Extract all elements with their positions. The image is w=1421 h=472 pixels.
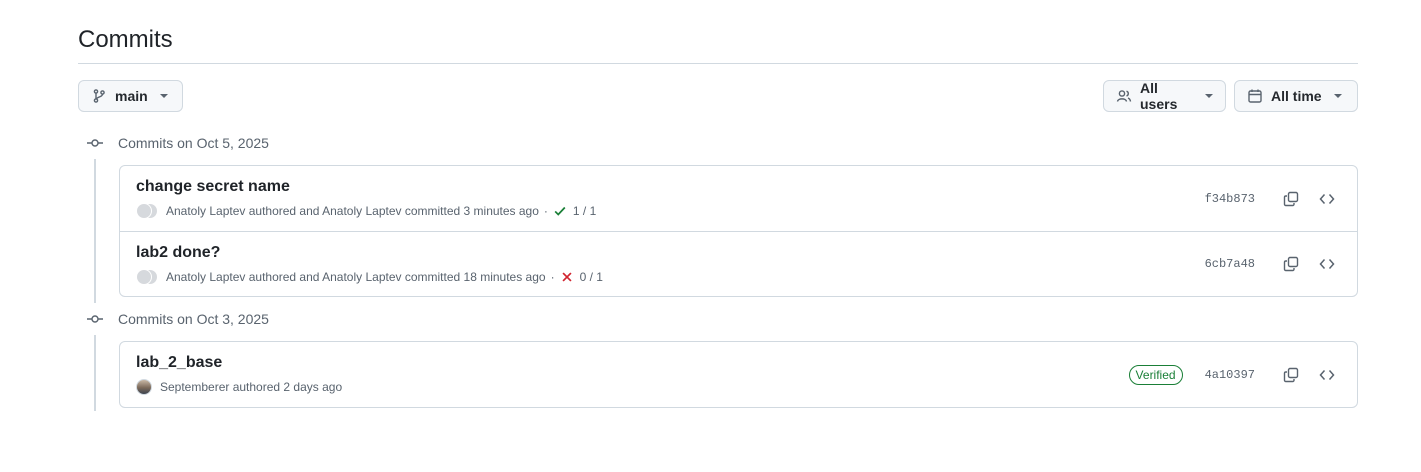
browse-code-button[interactable] — [1313, 185, 1341, 213]
check-icon — [554, 206, 566, 216]
commit-meta: Anatoly Laptev authored and Anatoly Lapt… — [136, 269, 603, 285]
checks-count: 1 / 1 — [572, 204, 597, 218]
commit-meta-text: Anatoly Laptev authored and Anatoly Lapt… — [166, 204, 539, 218]
timeline-line — [94, 335, 96, 411]
title-row: Commits — [78, 24, 1358, 64]
commit-row: change secret name Anatoly Laptev author… — [120, 166, 1357, 231]
users-filter-label: All users — [1140, 80, 1178, 112]
commit-list: change secret name Anatoly Laptev author… — [119, 165, 1358, 297]
commit-row: lab2 done? Anatoly Laptev authored and A… — [120, 231, 1357, 296]
commit-meta-text: Septemberer authored 2 days ago — [160, 380, 343, 394]
avatar[interactable] — [136, 379, 152, 395]
copy-icon — [1283, 191, 1299, 206]
commit-group: Commits on Oct 3, 2025 lab_2_base Septem… — [78, 309, 1358, 415]
commit-row: lab_2_base Septemberer authored 2 days a… — [120, 342, 1357, 407]
avatar[interactable] — [136, 203, 152, 219]
separator-dot: · — [550, 270, 555, 284]
code-icon — [1319, 259, 1335, 269]
calendar-icon — [1248, 89, 1262, 103]
commit-meta-text: Anatoly Laptev authored and Anatoly Lapt… — [166, 270, 546, 284]
avatar[interactable] — [136, 269, 152, 285]
verified-badge[interactable]: Verified — [1128, 364, 1183, 385]
page-title: Commits — [78, 26, 173, 53]
commit-group: Commits on Oct 5, 2025 change secret nam… — [78, 133, 1358, 305]
commit-sha-link[interactable]: f34b873 — [1205, 192, 1255, 206]
git-commit-icon — [86, 137, 104, 149]
time-filter-button[interactable]: All time — [1234, 80, 1358, 112]
copy-sha-button[interactable] — [1277, 185, 1305, 213]
checks-count: 0 / 1 — [579, 270, 603, 284]
commit-actions: f34b873 — [1205, 166, 1341, 231]
branch-selector-button[interactable]: main — [78, 80, 183, 112]
commit-meta: Septemberer authored 2 days ago — [136, 379, 342, 395]
users-filter-button[interactable]: All users — [1103, 80, 1226, 112]
checks-status[interactable]: 0 / 1 — [560, 270, 603, 284]
commit-sha-link[interactable]: 4a10397 — [1205, 368, 1255, 382]
group-heading: Commits on Oct 5, 2025 — [86, 133, 269, 153]
commit-message-link[interactable]: lab2 done? — [136, 244, 220, 262]
people-icon — [1116, 90, 1132, 102]
branch-label: main — [115, 88, 148, 104]
chevron-down-icon — [159, 94, 168, 98]
commit-sha-link[interactable]: 6cb7a48 — [1205, 257, 1255, 271]
commit-message-link[interactable]: lab_2_base — [136, 354, 222, 372]
code-icon — [1319, 369, 1335, 380]
checks-status[interactable]: 1 / 1 — [553, 204, 596, 218]
copy-sha-button[interactable] — [1277, 250, 1305, 278]
copy-icon — [1283, 367, 1299, 382]
git-commit-icon — [86, 313, 104, 325]
avatar-stack — [136, 203, 160, 219]
browse-code-button[interactable] — [1313, 250, 1341, 278]
browse-code-button[interactable] — [1313, 361, 1341, 389]
group-heading-text: Commits on Oct 3, 2025 — [118, 311, 269, 327]
avatar-stack — [136, 269, 160, 285]
separator-dot: · — [543, 204, 548, 218]
commit-actions: Verified 4a10397 — [1128, 342, 1341, 407]
chevron-down-icon — [1205, 94, 1213, 98]
time-filter-label: All time — [1271, 88, 1322, 104]
group-heading: Commits on Oct 3, 2025 — [86, 309, 269, 329]
code-icon — [1319, 193, 1335, 204]
x-icon — [562, 272, 572, 282]
copy-sha-button[interactable] — [1277, 361, 1305, 389]
commit-actions: 6cb7a48 — [1205, 232, 1341, 296]
chevron-down-icon — [1333, 94, 1342, 98]
timeline-line — [94, 159, 96, 303]
copy-icon — [1283, 256, 1299, 272]
commit-message-link[interactable]: change secret name — [136, 178, 290, 196]
commit-meta: Anatoly Laptev authored and Anatoly Lapt… — [136, 203, 596, 219]
group-heading-text: Commits on Oct 5, 2025 — [118, 135, 269, 151]
git-branch-icon — [93, 89, 105, 103]
commit-list: lab_2_base Septemberer authored 2 days a… — [119, 341, 1358, 408]
